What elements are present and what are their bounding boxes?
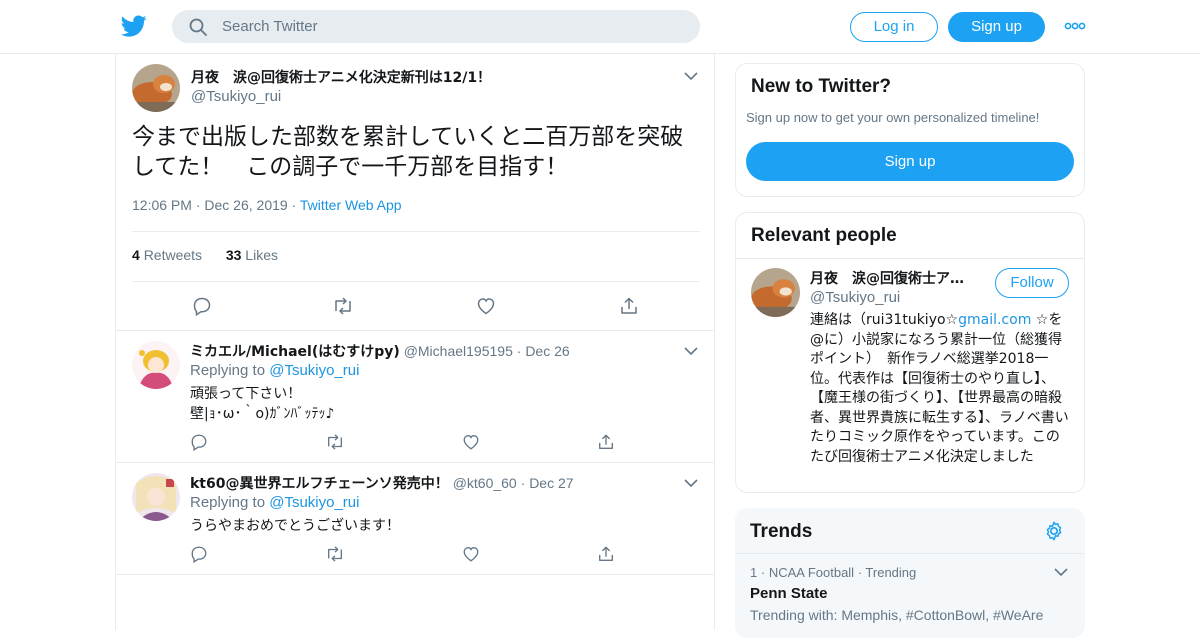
retweets-stat[interactable]: 4 Retweets	[132, 247, 202, 263]
reply-text-line: うらやまおめでとうございます！	[190, 518, 400, 534]
search-icon	[189, 18, 207, 36]
separator: ·	[291, 197, 300, 213]
retweet-icon[interactable]	[325, 433, 345, 451]
reply-author-handle[interactable]: @kt60_60	[453, 475, 517, 491]
trend-with-tags[interactable]: Memphis, #CottonBowl, #WeAre	[841, 607, 1043, 623]
like-icon[interactable]	[476, 296, 496, 316]
search-bar[interactable]	[172, 10, 700, 43]
author-avatar[interactable]	[132, 64, 180, 112]
trend-meta: 1 · NCAA Football · Trending	[750, 565, 916, 580]
search-input[interactable]	[222, 10, 682, 43]
bio-text: 連絡は（rui31tukiyo☆	[810, 312, 959, 328]
separator: ·	[760, 565, 769, 580]
reply-avatar[interactable]	[132, 473, 180, 521]
relevant-people-card: Relevant people 月夜 涙@回復術士ア… @Tsukiyo_rui…	[735, 212, 1085, 493]
replying-to: Replying to @Tsukiyo_rui	[190, 362, 359, 379]
likes-stat[interactable]: 33 Likes	[226, 247, 278, 263]
divider	[132, 281, 700, 282]
twitter-bird-icon[interactable]	[120, 13, 148, 39]
author-handle[interactable]: @Tsukiyo_rui	[191, 88, 281, 105]
tweet-text: 今まで出版した部数を累計していくと二百万部を突破 してた！ この調子で一千万部を…	[132, 122, 712, 182]
person-bio: 連絡は（rui31tukiyo☆gmail.com ☆を@に）小説家になろう累計…	[810, 311, 1072, 467]
top-bar: Log in Sign up	[0, 0, 1200, 54]
reply-author-name[interactable]: kt60@異世界エルフチェーンソ発売中！	[190, 476, 449, 492]
retweet-icon[interactable]	[332, 296, 354, 316]
replying-to: Replying to @Tsukiyo_rui	[190, 494, 359, 511]
more-options-icon[interactable]	[1064, 20, 1086, 32]
separator: ·	[520, 475, 530, 491]
reply-text-line: 壁|ｮ･ω･｀o)ｶﾞﾝﾊﾞｯﾃｯ♪	[190, 406, 335, 422]
new-to-twitter-card: New to Twitter? Sign up now to get your …	[735, 63, 1085, 197]
trend-related: Trending with: Memphis, #CottonBowl, #We…	[750, 607, 1043, 623]
follow-button[interactable]: Follow	[995, 268, 1069, 298]
trend-item[interactable]: 1 · NCAA Football · Trending Penn State …	[735, 554, 1085, 638]
share-icon[interactable]	[597, 545, 615, 563]
tweet-source[interactable]: Twitter Web App	[300, 197, 402, 213]
likes-label: Likes	[245, 247, 278, 263]
person-name[interactable]: 月夜 涙@回復術士ア…	[810, 268, 964, 288]
person-handle[interactable]: @Tsukiyo_rui	[810, 289, 900, 306]
trend-status: Trending	[865, 565, 917, 580]
trend-category: NCAA Football	[768, 565, 855, 580]
person-avatar[interactable]	[751, 268, 800, 317]
bio-link[interactable]: gmail.com	[958, 312, 1031, 328]
tweet-meta: 12:06 PM · Dec 26, 2019 · Twitter Web Ap…	[132, 197, 402, 213]
sidebar-signup-button[interactable]: Sign up	[746, 142, 1074, 181]
card-title: Trends	[750, 521, 813, 542]
reply-header: ミカエル/Michael(はむすけpy) @Michael195195 · De…	[190, 341, 570, 361]
retweet-icon[interactable]	[325, 545, 345, 563]
card-title: Relevant people	[751, 225, 897, 246]
author-name[interactable]: 月夜 涙@回復術士アニメ化決定新刊は12/1！	[191, 67, 491, 87]
replying-to-link[interactable]: @Tsukiyo_rui	[269, 494, 359, 511]
card-title: New to Twitter?	[751, 76, 892, 97]
reply-text-line: 頑張って下さい！	[190, 386, 302, 402]
reply-tweet[interactable]: ミカエル/Michael(はむすけpy) @Michael195195 · De…	[116, 330, 714, 463]
share-icon[interactable]	[619, 296, 639, 316]
share-icon[interactable]	[597, 433, 615, 451]
chevron-down-icon[interactable]	[684, 478, 698, 488]
reply-avatar[interactable]	[132, 341, 180, 389]
gear-icon[interactable]	[1043, 520, 1065, 542]
retweets-label: Retweets	[143, 247, 203, 263]
reply-author-handle[interactable]: @Michael195195	[404, 343, 513, 359]
reply-icon[interactable]	[192, 296, 212, 316]
retweets-count: 4	[132, 247, 140, 263]
replying-prefix: Replying to	[190, 494, 266, 511]
divider	[132, 231, 700, 232]
tweet-time[interactable]: 12:06 PM	[132, 197, 192, 213]
chevron-down-icon[interactable]	[684, 71, 698, 81]
reply-icon[interactable]	[190, 545, 208, 563]
likes-count: 33	[225, 247, 242, 263]
card-subtitle: Sign up now to get your own personalized…	[746, 110, 1040, 125]
reply-tweet[interactable]: kt60@異世界エルフチェーンソ発売中！ @kt60_60 · Dec 27 R…	[116, 462, 714, 575]
reply-author-name[interactable]: ミカエル/Michael(はむすけpy)	[190, 344, 400, 360]
chevron-down-icon[interactable]	[684, 346, 698, 356]
like-icon[interactable]	[462, 433, 480, 451]
tweet-date[interactable]: Dec 26, 2019	[204, 197, 287, 213]
tweet-text-line: してた！ この調子で一千万部を目指す！	[132, 154, 569, 180]
reply-text: うらやまおめでとうございます！	[190, 516, 400, 536]
reply-text: 頑張って下さい！ 壁|ｮ･ω･｀o)ｶﾞﾝﾊﾞｯﾃｯ♪	[190, 384, 334, 424]
signup-button[interactable]: Sign up	[948, 12, 1045, 42]
tweet-text-line: 今まで出版した部数を累計していくと二百万部を突破	[132, 124, 684, 150]
replying-prefix: Replying to	[190, 362, 266, 379]
trend-rank: 1	[750, 565, 758, 580]
tweet-stats: 4 Retweets 33 Likes	[132, 247, 278, 263]
chevron-down-icon[interactable]	[1054, 567, 1068, 577]
trend-name[interactable]: Penn State	[750, 585, 828, 602]
tweet-column: 月夜 涙@回復術士アニメ化決定新刊は12/1！ @Tsukiyo_rui 今まで…	[115, 54, 715, 630]
reply-icon[interactable]	[190, 433, 208, 451]
like-icon[interactable]	[462, 545, 480, 563]
divider	[736, 258, 1084, 259]
replying-to-link[interactable]: @Tsukiyo_rui	[269, 362, 359, 379]
trend-with-label: Trending with:	[750, 607, 838, 623]
bio-text: ☆を@に）小説家になろう累計一位（総獲得ポイント） 新作ラノベ総選挙2018一位…	[810, 312, 1069, 465]
trends-card: Trends 1 · NCAA Football · Trending Penn…	[735, 508, 1085, 638]
reply-date[interactable]: Dec 27	[529, 475, 573, 491]
reply-header: kt60@異世界エルフチェーンソ発売中！ @kt60_60 · Dec 27	[190, 473, 574, 493]
login-button[interactable]: Log in	[850, 12, 938, 42]
reply-date[interactable]: Dec 26	[525, 343, 569, 359]
